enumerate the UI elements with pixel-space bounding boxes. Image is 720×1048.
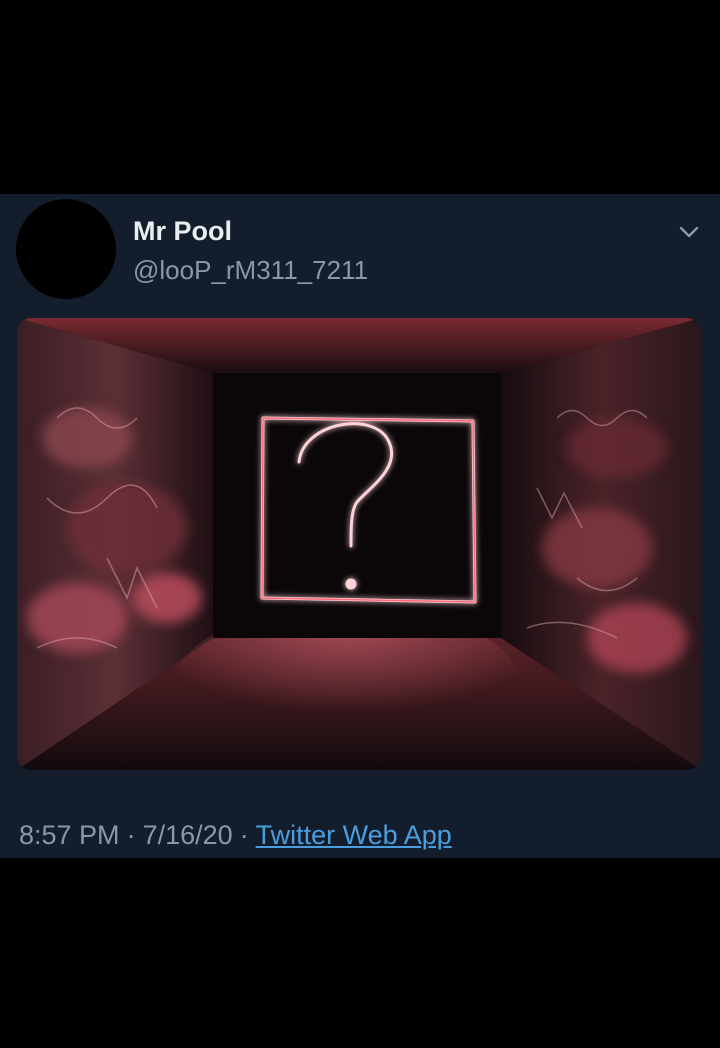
separator-dot: · [126, 820, 136, 850]
avatar[interactable] [16, 199, 116, 299]
tweet-image[interactable] [17, 318, 701, 770]
tweet-time: 8:57 PM [19, 820, 120, 850]
separator-dot: · [239, 820, 249, 850]
tweet-card: Mr Pool @looP_rM311_7211 8:57 PM · 7/16/… [0, 194, 720, 858]
more-options-button[interactable] [672, 218, 706, 246]
user-handle[interactable]: @looP_rM311_7211 [133, 254, 368, 286]
source-app-link[interactable]: Twitter Web App [256, 820, 452, 850]
tweet-date: 7/16/20 [142, 820, 233, 850]
tweet-metadata: 8:57 PM · 7/16/20 · Twitter Web App [19, 818, 452, 852]
display-name[interactable]: Mr Pool [133, 215, 232, 247]
chevron-down-icon [679, 226, 699, 238]
